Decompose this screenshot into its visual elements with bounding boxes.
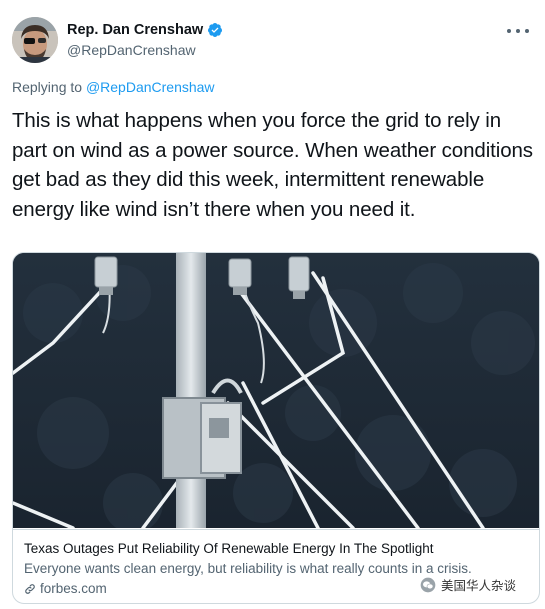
replying-prefix: Replying to xyxy=(12,79,86,95)
author-display-name[interactable]: Rep. Dan Crenshaw xyxy=(67,22,203,38)
avatar-photo-icon xyxy=(12,17,58,63)
author-handle[interactable]: @RepDanCrenshaw xyxy=(67,42,223,58)
replying-to: Replying to @RepDanCrenshaw xyxy=(12,79,215,95)
tweet: Rep. Dan Crenshaw @RepDanCrenshaw Replyi… xyxy=(0,0,545,609)
tweet-header: Rep. Dan Crenshaw @RepDanCrenshaw xyxy=(12,14,533,64)
card-image[interactable] xyxy=(13,253,539,528)
link-card[interactable]: Texas Outages Put Reliability Of Renewab… xyxy=(12,252,540,604)
card-title[interactable]: Texas Outages Put Reliability Of Renewab… xyxy=(24,540,530,558)
watermark: 美国华人杂谈 xyxy=(420,575,516,594)
display-name-row: Rep. Dan Crenshaw xyxy=(67,20,223,39)
tweet-text: This is what happens when you force the … xyxy=(12,109,533,221)
wechat-logo-icon xyxy=(420,577,436,592)
verified-badge-icon xyxy=(208,22,223,37)
watermark-text: 美国华人杂谈 xyxy=(441,579,517,593)
avatar[interactable] xyxy=(12,17,58,63)
link-icon xyxy=(25,584,35,594)
author-names: Rep. Dan Crenshaw @RepDanCrenshaw xyxy=(67,20,223,58)
card-domain[interactable]: forbes.com xyxy=(40,580,107,598)
more-options-icon[interactable] xyxy=(507,22,529,40)
frozen-power-lines-photo-icon xyxy=(13,253,539,528)
replying-to-link[interactable]: @RepDanCrenshaw xyxy=(86,79,215,95)
